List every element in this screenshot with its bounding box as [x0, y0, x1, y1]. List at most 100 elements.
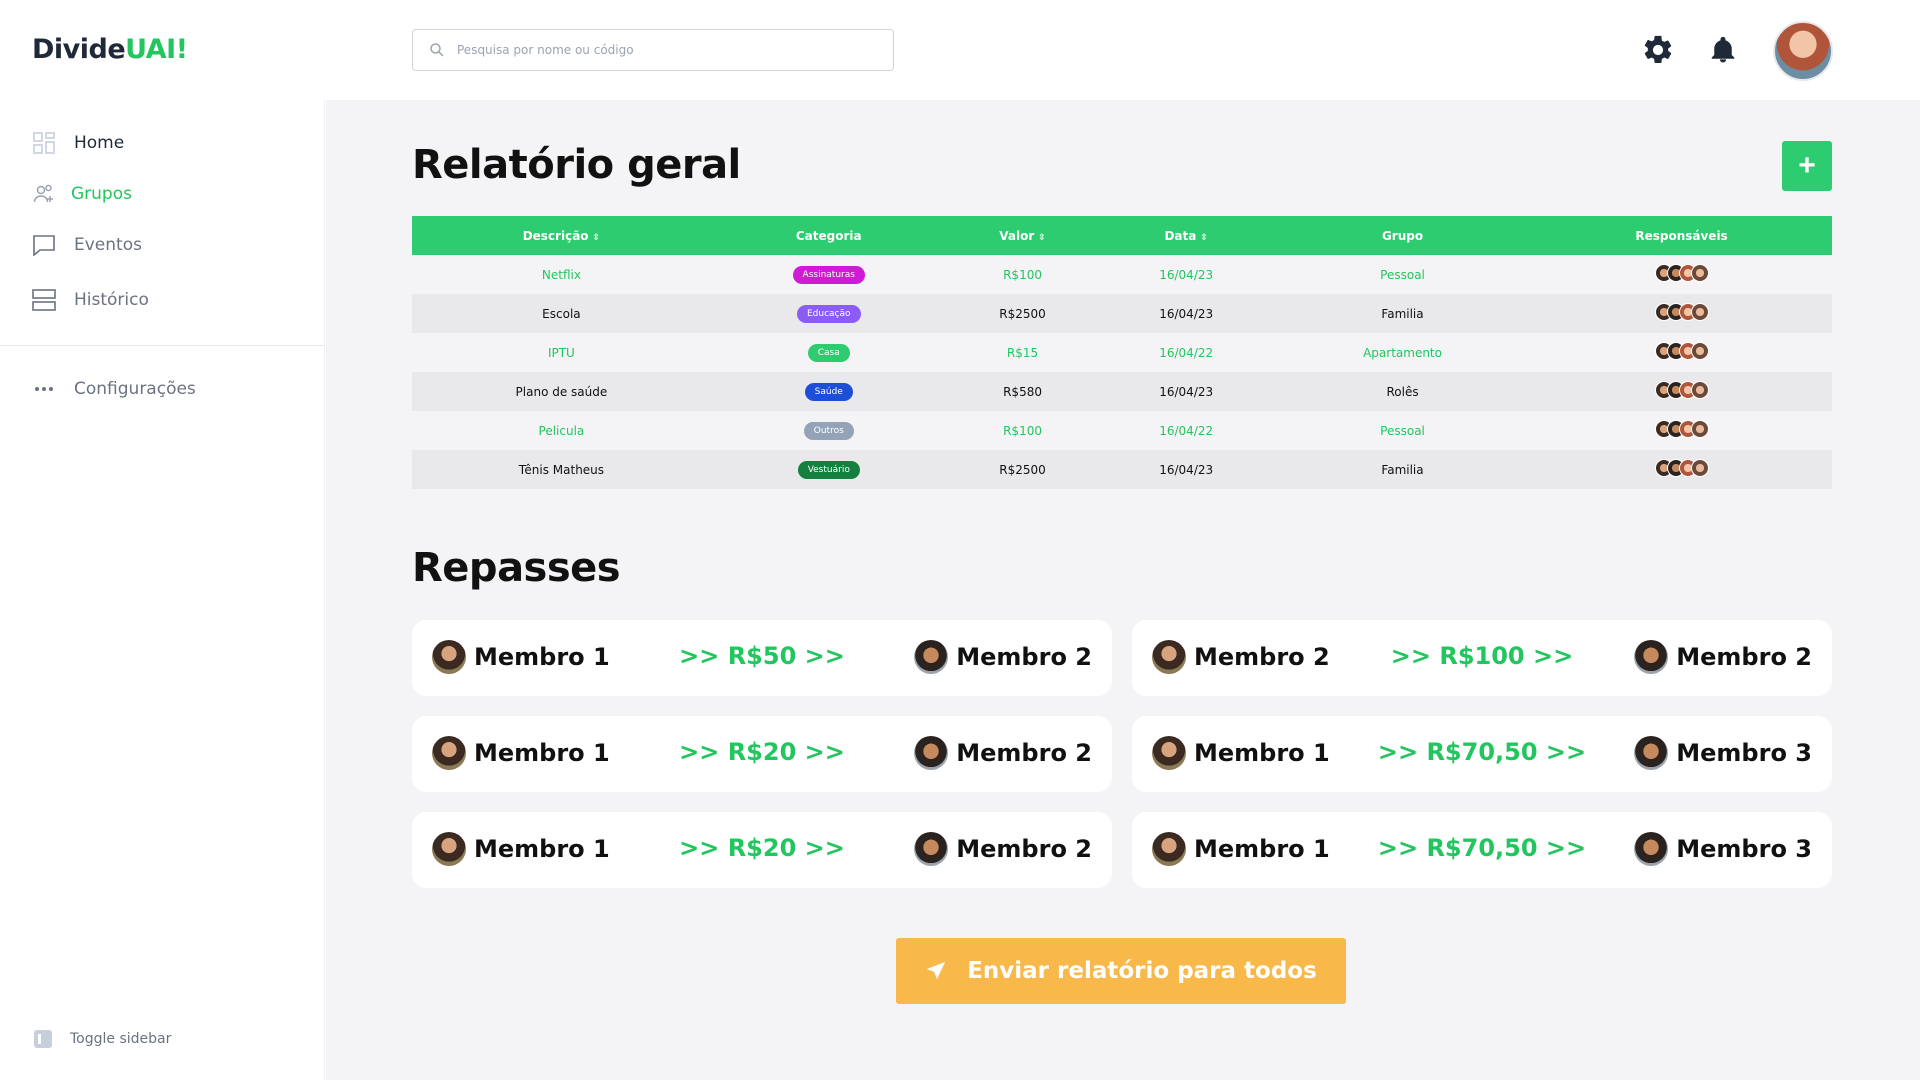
transfer-to: Membro 2: [914, 736, 1092, 770]
sidebar-item-label: Home: [74, 133, 125, 153]
cell-descricao: IPTU: [412, 333, 711, 372]
cell-data: 16/04/23: [1098, 294, 1274, 333]
responsible-avatars: [1654, 303, 1709, 321]
cell-valor: R$100: [946, 255, 1099, 294]
user-avatar[interactable]: [1773, 21, 1833, 81]
toggle-sidebar-button[interactable]: Toggle sidebar: [34, 1030, 171, 1048]
cell-data: 16/04/22: [1098, 333, 1274, 372]
sidebar-item-eventos[interactable]: Eventos: [32, 233, 142, 257]
avatar: [1690, 342, 1709, 360]
transfer-card[interactable]: Membro 1 >> R$50 >> Membro 2: [412, 620, 1112, 696]
responsible-avatars: [1654, 459, 1709, 477]
column-header-categoria: Categoria: [710, 216, 947, 255]
report-table: Descrição ⇳ Categoria Valor ⇳ Data ⇳ Grupo …: [412, 216, 1832, 489]
table-row[interactable]: IPTU Casa R$15 16/04/22 Apartamento: [412, 333, 1832, 372]
transfer-card[interactable]: Membro 2 >> R$100 >> Membro 2: [1132, 620, 1832, 696]
cell-categoria: Educação: [710, 294, 947, 333]
search-input[interactable]: [457, 43, 877, 57]
cell-valor: R$580: [946, 372, 1099, 411]
logo-text-divide: Divide: [32, 34, 126, 65]
transfer-to: Membro 2: [914, 832, 1092, 866]
search-box[interactable]: [412, 29, 894, 71]
table-row[interactable]: Plano de saúde Saúde R$580 16/04/23 Rolês: [412, 372, 1832, 411]
category-badge: Educação: [796, 304, 861, 323]
table-header-row: Descrição ⇳ Categoria Valor ⇳ Data ⇳ Grupo …: [412, 216, 1832, 255]
table-row[interactable]: Netflix Assinaturas R$100 16/04/23 Pessoal: [412, 255, 1832, 294]
transfer-to-name: Membro 2: [956, 643, 1092, 671]
column-header-responsaveis: Responsáveis: [1531, 216, 1832, 255]
sidebar-item-label: Histórico: [74, 290, 149, 310]
sidebar-item-grupos[interactable]: Grupos: [32, 182, 132, 206]
page-title: Relatório geral: [412, 142, 741, 188]
gear-icon[interactable]: [1640, 32, 1676, 68]
app-logo[interactable]: DivideUAI!: [32, 34, 188, 65]
transfer-card[interactable]: Membro 1 >> R$20 >> Membro 2: [412, 812, 1112, 888]
category-badge: Assinaturas: [792, 265, 865, 284]
sidebar-toggle-icon: [34, 1030, 52, 1048]
more-dots-icon: [32, 377, 56, 401]
search-icon: [430, 43, 444, 57]
users-icon: [32, 182, 56, 206]
send-report-button[interactable]: Enviar relatório para todos: [896, 938, 1346, 1004]
cell-grupo: Pessoal: [1274, 411, 1532, 450]
add-button[interactable]: +: [1782, 141, 1832, 191]
top-bar: DivideUAI!: [0, 0, 1920, 100]
cell-responsaveis: [1531, 294, 1832, 333]
toggle-sidebar-label: Toggle sidebar: [70, 1031, 172, 1047]
cell-categoria: Vestuário: [710, 450, 947, 489]
cell-grupo: Rolês: [1274, 372, 1532, 411]
sidebar-item-label: Grupos: [71, 184, 132, 204]
transfer-to: Membro 2: [1634, 640, 1812, 674]
avatar: [914, 736, 949, 770]
table-row[interactable]: Pelicula Outros R$100 16/04/22 Pessoal: [412, 411, 1832, 450]
column-header-descricao[interactable]: Descrição ⇳: [412, 216, 711, 255]
category-badge: Vestuário: [797, 460, 860, 479]
avatar: [1690, 420, 1709, 438]
cell-grupo: Familia: [1274, 294, 1532, 333]
cell-categoria: Assinaturas: [710, 255, 947, 294]
table-row[interactable]: Escola Educação R$2500 16/04/23 Familia: [412, 294, 1832, 333]
layers-icon: [32, 288, 56, 312]
section-title-repasses: Repasses: [412, 545, 621, 591]
column-header-data[interactable]: Data ⇳: [1098, 216, 1274, 255]
send-icon: [927, 961, 946, 980]
column-header-valor[interactable]: Valor ⇳: [946, 216, 1099, 255]
cell-valor: R$2500: [946, 450, 1099, 489]
cell-valor: R$100: [946, 411, 1099, 450]
cell-categoria: Casa: [710, 333, 947, 372]
transfer-to-name: Membro 2: [1676, 643, 1812, 671]
avatar: [1690, 264, 1709, 282]
send-report-label: Enviar relatório para todos: [967, 958, 1317, 984]
sidebar-item-configuracoes[interactable]: Configurações: [32, 377, 196, 401]
transfer-to: Membro 3: [1634, 832, 1812, 866]
grid-icon: [32, 131, 56, 155]
transfer-card[interactable]: Membro 1 >> R$70,50 >> Membro 3: [1132, 716, 1832, 792]
category-badge: Casa: [807, 343, 850, 362]
avatar: [914, 640, 949, 674]
responsible-avatars: [1654, 381, 1709, 399]
transfer-to-name: Membro 2: [956, 739, 1092, 767]
responsible-avatars: [1654, 264, 1709, 282]
logo-text-uai: UAI!: [125, 34, 188, 65]
cell-responsaveis: [1531, 372, 1832, 411]
table-row[interactable]: Tênis Matheus Vestuário R$2500 16/04/23 Fami…: [412, 450, 1832, 489]
avatar: [914, 832, 949, 866]
cell-responsaveis: [1531, 255, 1832, 294]
transfer-to-name: Membro 3: [1676, 835, 1812, 863]
cell-responsaveis: [1531, 450, 1832, 489]
transfer-to: Membro 3: [1634, 736, 1812, 770]
cell-descricao: Pelicula: [412, 411, 711, 450]
transfer-to-name: Membro 2: [956, 835, 1092, 863]
cell-data: 16/04/23: [1098, 450, 1274, 489]
cell-categoria: Saúde: [710, 372, 947, 411]
sidebar: Home Grupos Eventos Histórico Configuraç…: [0, 100, 325, 1080]
chat-icon: [32, 233, 56, 257]
sidebar-item-home[interactable]: Home: [32, 131, 124, 155]
bell-icon[interactable]: [1705, 32, 1741, 68]
sidebar-item-historico[interactable]: Histórico: [32, 288, 149, 312]
sidebar-divider: [0, 345, 325, 346]
transfer-card[interactable]: Membro 1 >> R$20 >> Membro 2: [412, 716, 1112, 792]
transfer-card[interactable]: Membro 1 >> R$70,50 >> Membro 3: [1132, 812, 1832, 888]
cell-grupo: Apartamento: [1274, 333, 1532, 372]
cell-descricao: Plano de saúde: [412, 372, 711, 411]
